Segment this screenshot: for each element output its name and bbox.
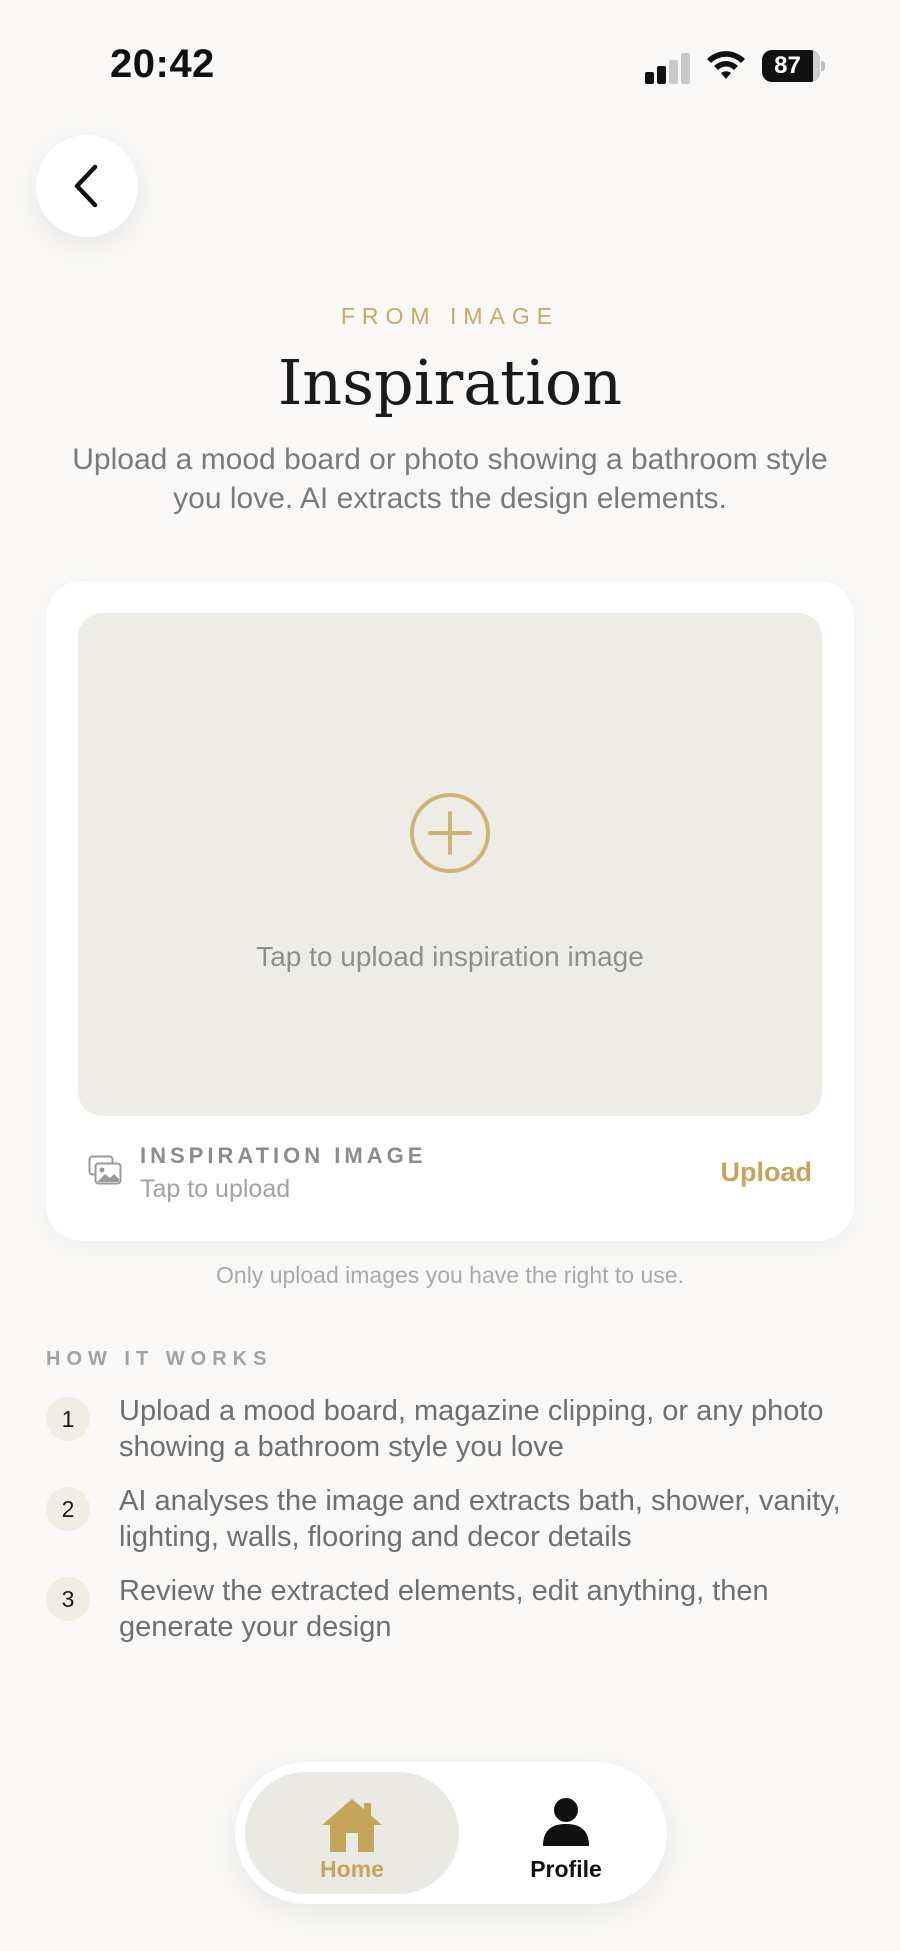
- tab-profile-label: Profile: [530, 1856, 602, 1882]
- back-button[interactable]: [36, 135, 138, 237]
- step-text: AI analyses the image and extracts bath,…: [119, 1485, 841, 1553]
- step-number: 3: [46, 1577, 90, 1621]
- wifi-icon: [705, 50, 747, 82]
- step-number: 1: [46, 1397, 90, 1441]
- upload-card: Tap to upload inspiration image INSPIRAT…: [46, 581, 854, 1241]
- chevron-left-icon: [74, 164, 98, 208]
- tab-home-label: Home: [320, 1856, 384, 1882]
- upload-button[interactable]: Upload: [721, 1157, 813, 1188]
- eyebrow-label: FROM IMAGE: [340, 303, 560, 329]
- dropzone-text: Tap to upload inspiration image: [256, 941, 644, 972]
- step-number: 2: [46, 1487, 90, 1531]
- status-time: 20:42: [110, 42, 215, 86]
- tab-bar: Home Profile: [235, 1762, 667, 1904]
- upload-card-footer: INSPIRATION IMAGE Tap to upload Upload: [78, 1141, 822, 1211]
- home-icon: [322, 1799, 382, 1852]
- rights-disclaimer: Only upload images you have the right to…: [216, 1262, 684, 1288]
- tab-home[interactable]: Home: [245, 1772, 459, 1894]
- inspiration-image-hint: Tap to upload: [140, 1175, 291, 1203]
- plus-circle-icon: [410, 793, 490, 873]
- tab-profile[interactable]: Profile: [475, 1772, 657, 1894]
- upload-dropzone[interactable]: Tap to upload inspiration image: [78, 613, 822, 1116]
- battery-level: 87: [774, 52, 801, 79]
- how-it-works-heading: HOW IT WORKS: [46, 1348, 273, 1370]
- battery-icon: 87: [762, 50, 825, 82]
- page-subtitle: Upload a mood board or photo showing a b…: [72, 443, 828, 515]
- inspiration-image-label: INSPIRATION IMAGE: [140, 1143, 427, 1168]
- signal-icon: [645, 52, 691, 84]
- status-bar: 20:42 87: [0, 0, 900, 120]
- page-title: Inspiration: [277, 346, 623, 419]
- person-icon: [543, 1798, 589, 1846]
- step-text: Upload a mood board, magazine clipping, …: [119, 1395, 824, 1463]
- step-text: Review the extracted elements, edit anyt…: [119, 1575, 769, 1643]
- image-icon: [88, 1155, 122, 1185]
